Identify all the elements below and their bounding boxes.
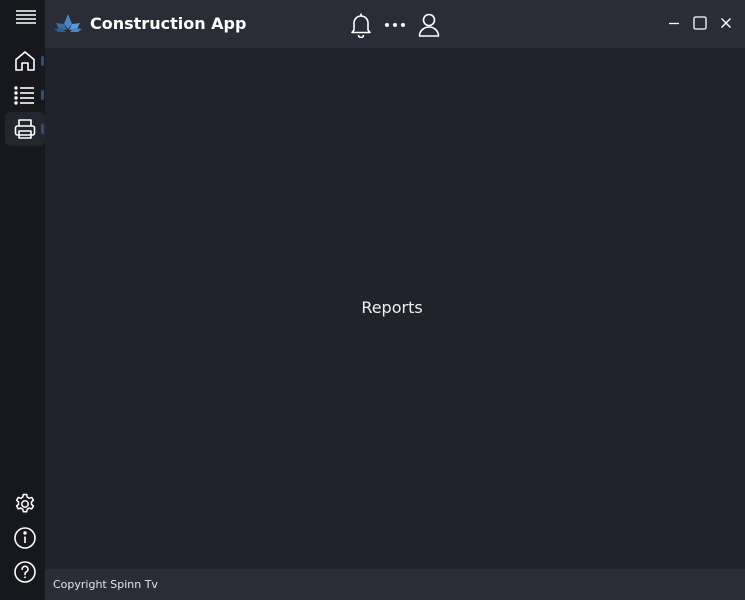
info-button[interactable] [5,521,45,555]
help-icon [14,561,36,583]
printer-icon [14,119,36,139]
bell-icon [351,13,371,38]
main-content: Reports [45,48,745,569]
app-title: Construction App [90,14,247,33]
list-icon [14,86,34,105]
profile-button[interactable] [416,12,442,38]
hamburger-menu-button[interactable] [12,6,40,28]
maximize-icon [693,16,707,30]
settings-button[interactable] [5,487,45,521]
nav-home-button[interactable] [5,44,45,78]
copyright-text: Copyright Spinn Tv [53,578,158,591]
hamburger-icon [16,10,36,24]
nav-indicator [41,56,44,66]
nav-list-button[interactable] [5,78,45,112]
home-icon [15,51,35,71]
navigation-rail [0,0,45,600]
nav-indicator [41,124,44,134]
page-title: Reports [361,298,423,317]
footer: Copyright Spinn Tv [45,569,745,600]
nav-indicator [41,90,44,100]
info-icon [14,527,36,549]
minimize-button[interactable] [665,14,683,32]
lotus-logo-icon [54,14,82,32]
more-options-button[interactable] [382,12,408,38]
gear-icon [15,493,35,513]
close-button[interactable] [717,14,735,32]
notifications-button[interactable] [348,12,374,38]
title-bar: Construction App [45,0,745,48]
minimize-icon [669,22,679,25]
user-icon [418,13,440,37]
maximize-button[interactable] [691,14,709,32]
help-button[interactable] [5,555,45,589]
nav-reports-button[interactable] [5,112,45,146]
close-icon [721,18,731,28]
ellipsis-icon [385,23,405,27]
